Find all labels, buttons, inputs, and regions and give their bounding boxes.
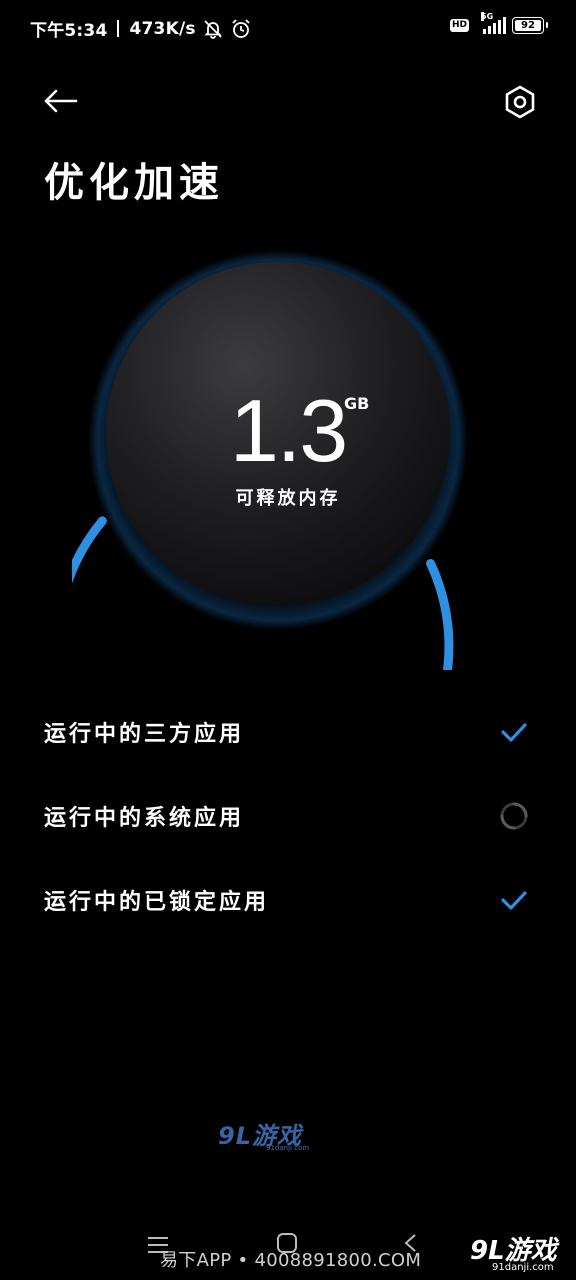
status-right: HD 5G 92 (449, 12, 548, 34)
page-title: 优化加速 (44, 159, 224, 206)
checkmark-icon (501, 723, 527, 742)
list-item-label: 运行中的已锁定应用 (44, 889, 270, 915)
network-type: 5G (481, 12, 494, 21)
watermark-logo: 9L游戏 91danji.com (218, 1116, 318, 1156)
watermark-site: 91danji.com (266, 1144, 310, 1152)
status-time: 下午5:34 (30, 21, 108, 41)
battery-icon: 92 (512, 16, 548, 34)
status-bar: 下午5:34 473K/s HD 5G 92 (0, 0, 576, 54)
hd-badge: HD (449, 18, 469, 32)
footer-watermark-site: 91danji.com (492, 1262, 554, 1273)
list-item-system-apps[interactable]: 运行中的系统应用 (0, 774, 576, 858)
arrow-left-icon (44, 89, 78, 113)
settings-button[interactable] (500, 82, 540, 122)
status-left: 下午5:34 473K/s (30, 16, 252, 41)
mute-bell-icon (203, 19, 222, 39)
spinner-icon (500, 802, 528, 830)
navigation-bar: 易下APP • 4008891800.COM 9L游戏 91danji.com (0, 1226, 576, 1280)
optimize-screen: 下午5:34 473K/s HD 5G 92 优化加速 1.3 GB 可释放内存… (0, 0, 576, 1280)
battery-cap (546, 21, 548, 28)
app-list: 运行中的三方应用 运行中的系统应用 运行中的已锁定应用 (0, 690, 576, 942)
signal-icon: 5G (481, 12, 506, 34)
footer-watermark-text: 易下APP • 4008891800.COM (160, 1250, 422, 1271)
memory-value-block: 1.3 GB (72, 380, 504, 482)
memory-caption: 可释放内存 (235, 488, 341, 509)
back-button[interactable] (40, 82, 80, 122)
alarm-icon (232, 18, 250, 38)
memory-value: 1.3 (229, 381, 348, 480)
list-item-label: 运行中的三方应用 (44, 721, 245, 747)
list-item-locked-apps[interactable]: 运行中的已锁定应用 (0, 858, 576, 942)
checkmark-icon (501, 891, 527, 910)
list-item-label: 运行中的系统应用 (44, 805, 245, 831)
memory-unit: GB (344, 394, 370, 413)
network-speed: 473K/s (129, 18, 196, 39)
battery-level: 92 (515, 19, 541, 31)
hexagon-gear-icon (505, 85, 535, 119)
list-item-third-party-apps[interactable]: 运行中的三方应用 (0, 690, 576, 774)
memory-dial: 1.3 GB 可释放内存 (72, 250, 504, 670)
status-separator (117, 20, 120, 37)
